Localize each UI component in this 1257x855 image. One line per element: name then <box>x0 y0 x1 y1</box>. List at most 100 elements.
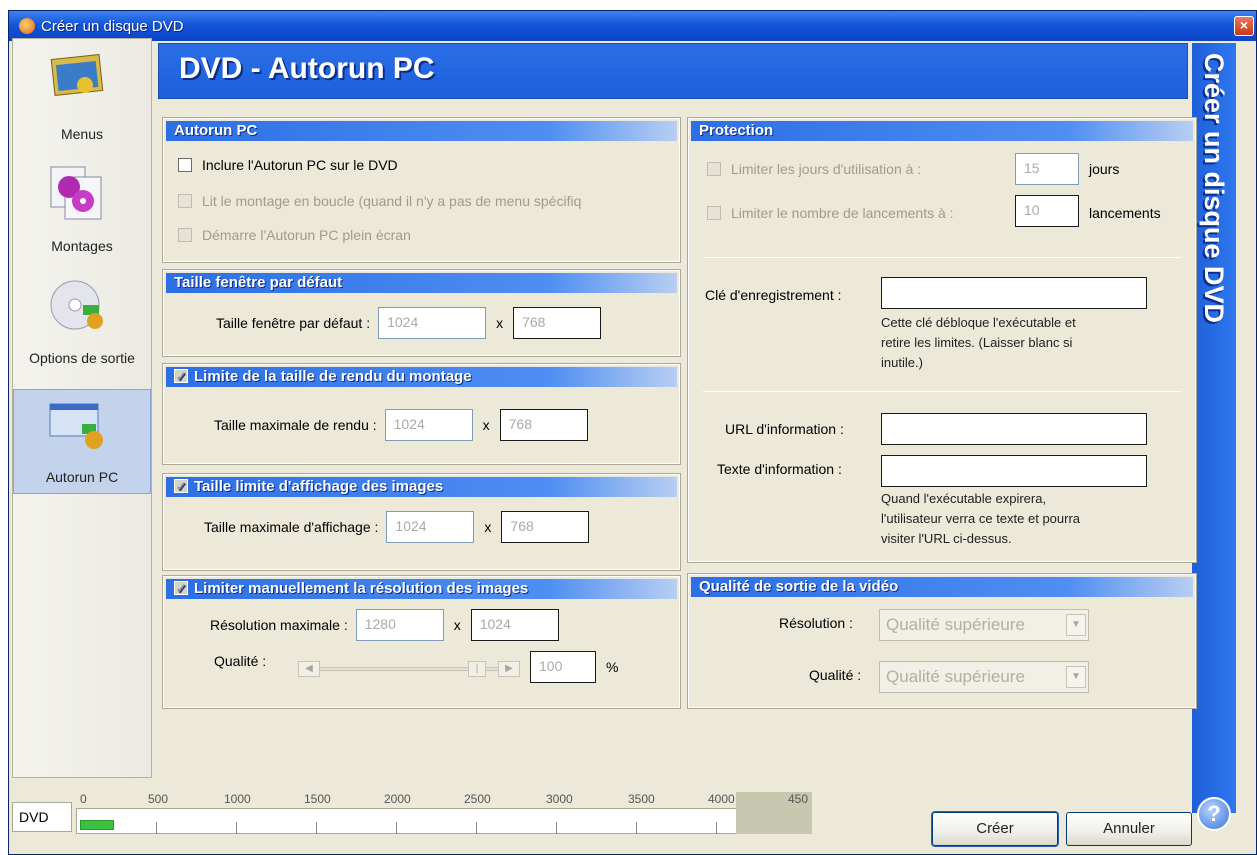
slider-left-icon[interactable]: ◀ <box>298 661 320 677</box>
app-icon <box>19 18 35 34</box>
percent-sign: % <box>606 659 619 675</box>
video-quality-title: Qualité de sortie de la vidéo <box>691 577 1193 597</box>
max-resolution-label: Résolution maximale : <box>210 617 348 633</box>
include-autorun-row[interactable]: Inclure l'Autorun PC sur le DVD <box>178 157 398 173</box>
sidebar-item-autorun-pc[interactable]: Autorun PC <box>13 389 151 494</box>
protection-panel: Protection Limiter les jours d'utilisati… <box>687 117 1197 563</box>
image-display-row: Taille maximale d'affichage : 1024 x 768 <box>204 511 590 543</box>
create-button[interactable]: Créer <box>931 811 1059 847</box>
ruler-background <box>76 808 812 834</box>
sidebar-item-output-options[interactable]: Options de sortie <box>13 269 151 374</box>
reg-key-label: Clé d'enregistrement : <box>705 287 842 303</box>
ruler-tick: 4000 <box>708 792 735 806</box>
close-button[interactable]: × <box>1234 16 1254 36</box>
launches-unit: lancements <box>1089 205 1161 221</box>
fullscreen-checkbox[interactable] <box>178 228 192 242</box>
image-resolution-title-text: Limiter manuellement la résolution des i… <box>194 580 529 597</box>
tick-line <box>716 822 717 834</box>
sidebar-item-menus[interactable]: Menus <box>13 45 151 150</box>
close-icon: × <box>1239 17 1249 33</box>
quality-label: Qualité : <box>214 653 267 669</box>
render-limit-title[interactable]: Limite de la taille de rendu du montage <box>166 367 677 387</box>
launches-input[interactable]: 10 <box>1015 195 1079 227</box>
window-size-panel: Taille fenêtre par défaut Taille fenêtre… <box>162 269 681 357</box>
title-bar[interactable]: Créer un disque DVD × <box>9 11 1256 41</box>
window-height-input[interactable]: 768 <box>513 307 602 339</box>
launches-limit-label: Limiter le nombre de lancements à : <box>731 205 954 221</box>
slider-thumb[interactable]: | <box>468 661 486 677</box>
page-title: DVD - Autorun PC <box>179 52 435 85</box>
launches-limit-row[interactable]: Limiter le nombre de lancements à : <box>707 205 954 221</box>
sidebar-item-label: Menus <box>60 126 104 142</box>
ruler-tick: 0 <box>80 792 87 806</box>
loop-checkbox[interactable] <box>178 194 192 208</box>
help-line: retire les limites. (Laisser blanc si <box>881 335 1073 350</box>
fullscreen-row[interactable]: Démarre l'Autorun PC plein écran <box>178 227 411 243</box>
image-display-title[interactable]: Taille limite d'affichage des images <box>166 477 677 497</box>
window-size-label: Taille fenêtre par défaut : <box>216 315 371 331</box>
days-input[interactable]: 15 <box>1015 153 1079 185</box>
loop-label: Lit le montage en boucle (quand il n'y a… <box>202 193 582 209</box>
protection-title: Protection <box>691 121 1193 141</box>
ruler-tick: 2500 <box>464 792 491 806</box>
image-display-checkbox[interactable] <box>174 477 188 497</box>
ruler-tick: 2000 <box>384 792 411 806</box>
chevron-down-icon[interactable]: ▼ <box>1066 614 1086 636</box>
ruler-tick: 1000 <box>224 792 251 806</box>
reg-key-input[interactable] <box>881 277 1147 309</box>
cancel-button[interactable]: Annuler <box>1066 812 1192 846</box>
days-limit-row[interactable]: Limiter les jours d'utilisation à : <box>707 161 921 177</box>
fullscreen-label: Démarre l'Autorun PC plein écran <box>202 227 411 243</box>
reg-key-help: Cette clé débloque l'exécutable et retir… <box>881 313 1076 373</box>
render-limit-row: Taille maximale de rendu : 1024 x 768 <box>214 409 588 441</box>
ruler-tick: 500 <box>148 792 169 806</box>
tick-line <box>156 822 157 834</box>
menus-icon <box>50 54 104 96</box>
autorun-pc-icon <box>49 403 103 449</box>
ruler-tick: 1500 <box>304 792 331 806</box>
tick-line <box>236 822 237 834</box>
image-resolution-checkbox[interactable] <box>174 579 188 599</box>
slider-right-icon[interactable]: ▶ <box>498 661 520 677</box>
quality-row: Qualité : <box>214 653 266 669</box>
help-line: l'utilisateur verra ce texte et pourra <box>881 511 1081 526</box>
max-resolution-row: Résolution maximale : 1280 x 1024 <box>210 609 559 641</box>
window-width-input[interactable]: 1024 <box>378 307 487 339</box>
info-url-input[interactable] <box>881 413 1147 445</box>
tick-line <box>316 822 317 834</box>
video-res-select[interactable]: Qualité supérieure ▼ <box>879 609 1089 641</box>
chevron-down-icon[interactable]: ▼ <box>1066 666 1086 688</box>
loop-row[interactable]: Lit le montage en boucle (quand il n'y a… <box>178 193 673 209</box>
times-sign: x <box>496 315 504 331</box>
max-res-width-input[interactable]: 1280 <box>355 609 444 641</box>
divider <box>703 257 1181 258</box>
side-banner: Créer un disque DVD <box>1192 43 1236 813</box>
ruler-tick: 3000 <box>546 792 573 806</box>
video-res-label: Résolution : <box>779 615 853 631</box>
video-quality-value: Qualité supérieure <box>886 667 1025 686</box>
render-height-input[interactable]: 768 <box>499 409 588 441</box>
ruler-tick: 450 <box>788 792 809 806</box>
launches-limit-checkbox[interactable] <box>707 206 721 220</box>
video-quality-select[interactable]: Qualité supérieure ▼ <box>879 661 1089 693</box>
usage-bar <box>80 820 114 830</box>
include-autorun-checkbox[interactable] <box>178 158 192 172</box>
image-display-label: Taille maximale d'affichage : <box>204 519 379 535</box>
info-text-input[interactable] <box>881 455 1147 487</box>
days-limit-checkbox[interactable] <box>707 162 721 176</box>
render-width-input[interactable]: 1024 <box>384 409 473 441</box>
image-resolution-title[interactable]: Limiter manuellement la résolution des i… <box>166 579 677 599</box>
quality-slider[interactable]: ◀ | ▶ <box>298 659 520 679</box>
sidebar: Menus Montages Options de sortie Autorun… <box>12 38 152 778</box>
sidebar-item-montages[interactable]: Montages <box>13 157 151 262</box>
render-limit-title-text: Limite de la taille de rendu du montage <box>194 368 472 385</box>
display-width-input[interactable]: 1024 <box>386 511 475 543</box>
display-height-input[interactable]: 768 <box>501 511 590 543</box>
max-res-height-input[interactable]: 1024 <box>470 609 559 641</box>
help-icon[interactable]: ? <box>1197 797 1231 831</box>
slider-track <box>298 667 520 671</box>
divider <box>703 391 1181 392</box>
ruler-tick: 3500 <box>628 792 655 806</box>
render-limit-checkbox[interactable] <box>174 367 188 387</box>
quality-value-input[interactable]: 100 <box>530 651 596 683</box>
